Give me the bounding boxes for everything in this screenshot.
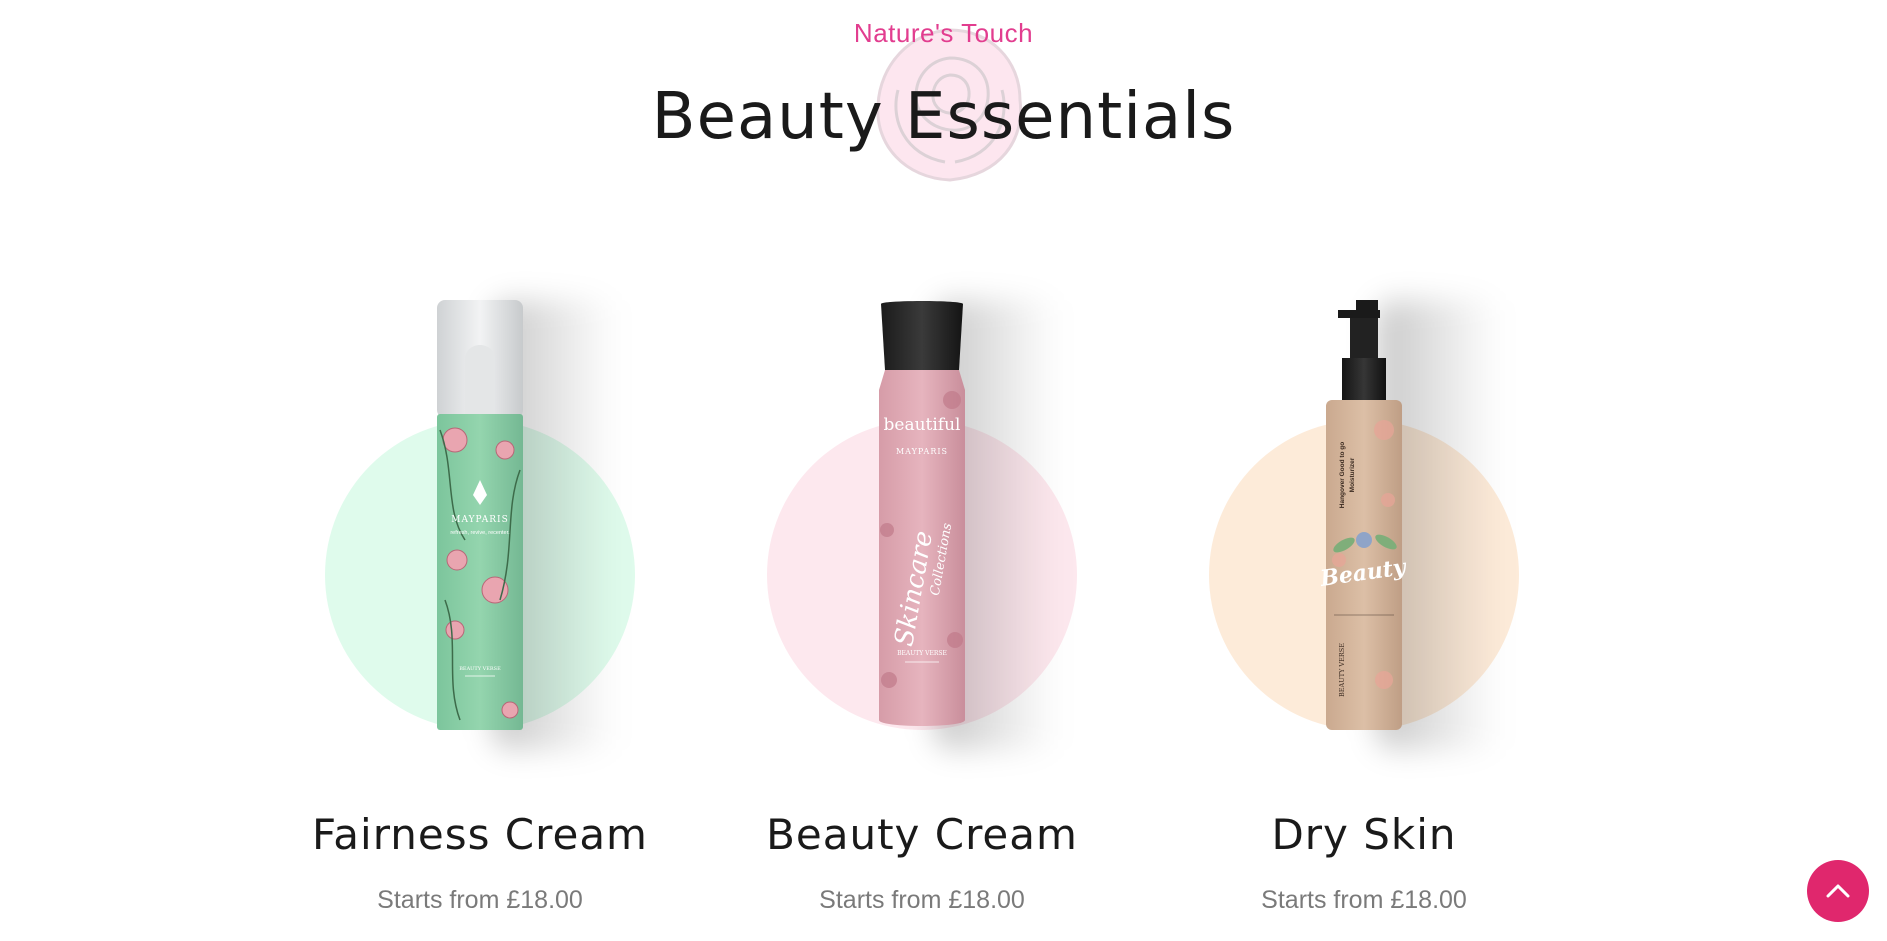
product-card-fairness-cream[interactable]: MAYPARIS refresh, revive, recenter. BEAU…: [260, 280, 700, 940]
chevron-up-icon: [1826, 884, 1850, 898]
svg-text:BEAUTY VERSE: BEAUTY VERSE: [1338, 643, 1346, 697]
product-name[interactable]: Beauty Cream: [702, 810, 1142, 859]
section-header: Nature's Touch Beauty Essentials: [0, 0, 1887, 220]
page: Nature's Touch Beauty Essentials MAYPARI…: [0, 0, 1887, 941]
svg-text:refresh, revive, recenter.: refresh, revive, recenter.: [450, 530, 510, 536]
svg-text:Moisturizer: Moisturizer: [1349, 457, 1356, 492]
svg-text:BEAUTY VERSE: BEAUTY VERSE: [459, 666, 501, 672]
product-image-dry-skin[interactable]: Hangover Good to go Moisturizer Beauty B…: [1314, 300, 1414, 730]
product-price: Starts from £18.00: [1261, 886, 1467, 914]
product-image-beauty-cream[interactable]: beautiful MAYPARIS Skincare Collections …: [867, 300, 977, 730]
svg-text:Hangover Good to go: Hangover Good to go: [1339, 442, 1346, 508]
product-image-fairness-cream[interactable]: MAYPARIS refresh, revive, recenter. BEAU…: [435, 300, 525, 730]
scroll-to-top-button[interactable]: [1807, 860, 1869, 922]
product-name[interactable]: Dry Skin: [1144, 810, 1584, 859]
svg-text:beautiful: beautiful: [884, 415, 961, 435]
product-card-beauty-cream[interactable]: beautiful MAYPARIS Skincare Collections …: [702, 280, 1142, 940]
svg-text:BEAUTY VERSE: BEAUTY VERSE: [897, 650, 947, 657]
product-name[interactable]: Fairness Cream: [260, 810, 700, 859]
svg-text:MAYPARIS: MAYPARIS: [896, 447, 948, 456]
svg-text:MAYPARIS: MAYPARIS: [451, 515, 509, 525]
product-price: Starts from £18.00: [377, 886, 583, 914]
section-eyebrow: Nature's Touch: [853, 18, 1034, 48]
section-title: Beauty Essentials: [651, 80, 1236, 154]
product-card-dry-skin[interactable]: Hangover Good to go Moisturizer Beauty B…: [1144, 280, 1584, 940]
product-price: Starts from £18.00: [819, 886, 1025, 914]
